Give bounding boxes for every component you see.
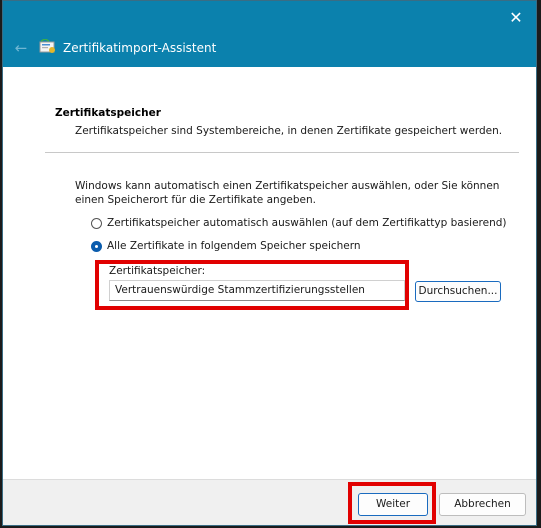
section-description: Zertifikatspeicher sind Systembereiche, …	[75, 125, 503, 137]
intro-text: Windows kann automatisch einen Zertifika…	[75, 180, 500, 206]
radio-label: Alle Zertifikate in folgendem Speicher s…	[107, 240, 361, 252]
title-bar: ✕ ← Zertifikatimport-Assistent	[3, 1, 536, 67]
radio-auto-select[interactable]: Zertifikatspeicher automatisch auswählen…	[91, 215, 507, 231]
separator	[45, 152, 519, 153]
radio-button[interactable]	[91, 217, 102, 229]
close-button[interactable]: ✕	[504, 7, 528, 29]
window-title: Zertifikatimport-Assistent	[63, 41, 217, 55]
close-icon: ✕	[509, 8, 523, 27]
radio-label: Zertifikatspeicher automatisch auswählen…	[107, 217, 507, 229]
back-arrow-icon: ←	[14, 39, 28, 57]
section-title: Zertifikatspeicher	[55, 107, 161, 119]
highlight-box-next	[348, 482, 436, 524]
radio-button-selected[interactable]	[91, 240, 102, 252]
highlight-box-store	[95, 260, 409, 310]
back-button[interactable]: ←	[11, 38, 31, 58]
browse-button[interactable]: Durchsuchen...	[415, 281, 501, 302]
cancel-button[interactable]: Abbrechen	[439, 493, 526, 516]
wizard-window: ✕ ← Zertifikatimport-Assistent Zertifika…	[2, 0, 537, 526]
radio-manual-store[interactable]: Alle Zertifikate in folgendem Speicher s…	[91, 238, 361, 254]
certificate-icon	[39, 39, 55, 53]
